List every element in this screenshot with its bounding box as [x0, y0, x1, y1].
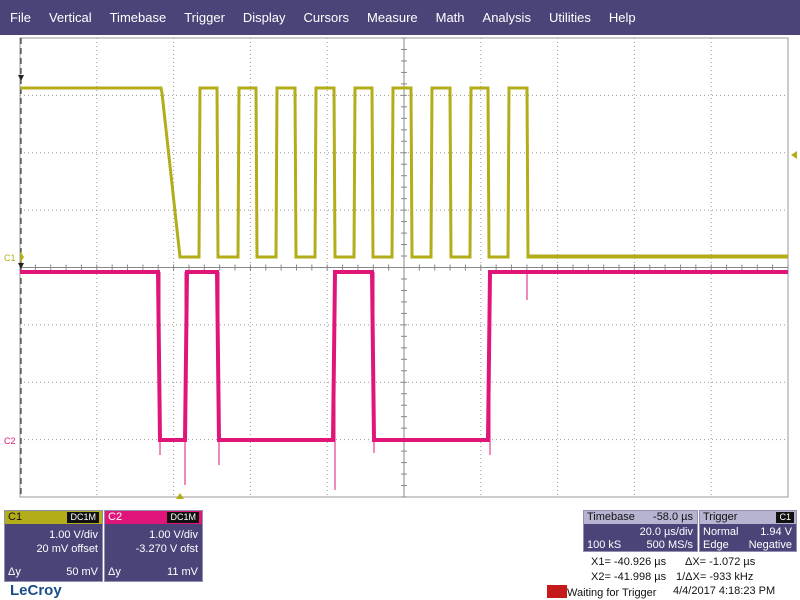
- c1-channel-panel[interactable]: C1 DC1M 1.00 V/div 20 mV offset Δy 50 mV: [4, 510, 103, 582]
- cursor-x1-readout: X1= -40.926 µs: [591, 556, 667, 568]
- c2-ground-arrow-icon: [18, 263, 24, 269]
- c1-name: C1: [8, 511, 23, 523]
- c1-header: C1 DC1M: [5, 511, 102, 524]
- c1-offset: 20 mV offset: [36, 543, 98, 555]
- cursor-dx-readout: ΔX= -1.072 µs: [685, 556, 756, 568]
- c1-level-arrow-icon: [20, 251, 24, 263]
- menu-timebase[interactable]: Timebase: [101, 10, 176, 25]
- trigger-panel[interactable]: Trigger C1 Normal 1.94 V Edge Negative: [699, 510, 797, 552]
- c2-name: C2: [108, 511, 123, 523]
- c2-header: C2 DC1M: [105, 511, 202, 524]
- trigger-label: Trigger: [703, 511, 738, 523]
- lecroy-logo: LeCroy: [10, 582, 62, 599]
- c1-dy-value: 50 mV: [66, 566, 98, 578]
- waveform-display[interactable]: C1 C2: [0, 35, 800, 500]
- c2-offset: -3.270 V ofst: [135, 543, 198, 555]
- menu-trigger[interactable]: Trigger: [175, 10, 234, 25]
- trigger-header: Trigger C1: [700, 511, 796, 524]
- menu-analysis[interactable]: Analysis: [474, 10, 540, 25]
- trigger-position-arrow-icon: [176, 493, 184, 499]
- c1-ground-arrow-icon: [18, 75, 24, 81]
- timebase-per-div: 20.0 µs/div: [639, 526, 693, 538]
- c2-channel-panel[interactable]: C2 DC1M 1.00 V/div -3.270 V ofst Δy 11 m…: [104, 510, 203, 582]
- menu-measure[interactable]: Measure: [358, 10, 427, 25]
- c2-coupling-badge: DC1M: [167, 512, 199, 523]
- date-time: 4/4/2017 4:18:23 PM: [673, 585, 776, 597]
- status-indicator-icon: [547, 585, 567, 598]
- trigger-mode: Normal: [703, 526, 739, 538]
- menu-cursors[interactable]: Cursors: [295, 10, 359, 25]
- cursor-inv-dx-readout: 1/ΔX= -933 kHz: [676, 571, 754, 583]
- timebase-header: Timebase -58.0 µs: [584, 511, 697, 524]
- menu-file[interactable]: File: [0, 10, 40, 25]
- menu-help[interactable]: Help: [600, 10, 645, 25]
- trigger-type: Edge: [703, 539, 729, 551]
- c2-vdiv: 1.00 V/div: [149, 529, 198, 541]
- timebase-samples: 100 kS: [587, 539, 622, 551]
- menu-vertical[interactable]: Vertical: [40, 10, 101, 25]
- menu-display[interactable]: Display: [234, 10, 295, 25]
- menu-bar: File Vertical Timebase Trigger Display Cursor…: [0, 0, 800, 35]
- trigger-level-arrow-icon: [791, 151, 797, 159]
- timebase-panel[interactable]: Timebase -58.0 µs 20.0 µs/div 100 kS 500…: [583, 510, 698, 552]
- waveform-grid: C1 C2: [4, 37, 797, 499]
- menu-math[interactable]: Math: [427, 10, 474, 25]
- trigger-slope: Negative: [748, 539, 792, 551]
- c2-level-marker: C2: [4, 436, 16, 446]
- timebase-delay: -58.0 µs: [653, 511, 693, 523]
- c1-vdiv: 1.00 V/div: [49, 529, 98, 541]
- c1-level-marker: C1: [4, 253, 16, 263]
- menu-utilities[interactable]: Utilities: [540, 10, 600, 25]
- cursor-x2-readout: X2= -41.998 µs: [591, 571, 667, 583]
- c2-dy-value: 11 mV: [167, 566, 198, 578]
- timebase-label: Timebase: [587, 511, 635, 523]
- trigger-source-badge: C1: [776, 512, 794, 523]
- trigger-level: 1.94 V: [760, 526, 792, 538]
- c1-coupling-badge: DC1M: [67, 512, 99, 523]
- c1-dy-label: Δy: [8, 566, 21, 578]
- status-text: Waiting for Trigger: [567, 587, 657, 599]
- acquisition-status: Waiting for Trigger: [547, 585, 656, 599]
- timebase-rate: 500 MS/s: [646, 539, 693, 551]
- c2-dy-label: Δy: [108, 566, 121, 578]
